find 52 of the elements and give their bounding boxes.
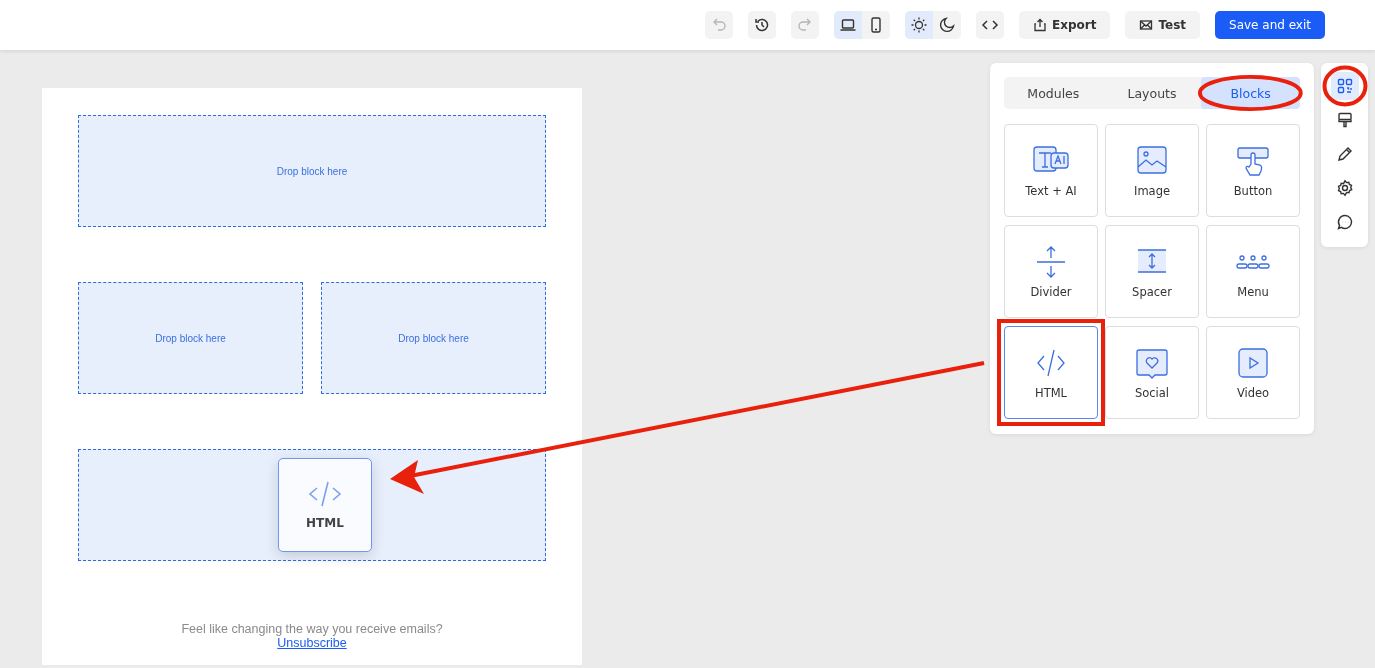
grid-icon [1335,77,1354,95]
block-tile[interactable]: Video [1206,326,1300,419]
panel-tab[interactable]: Modules [1004,77,1103,109]
block-tile[interactable]: Spacer [1105,225,1199,318]
block-tile[interactable]: Button [1206,124,1300,217]
drop-zone[interactable]: Drop block here [321,282,546,394]
block-label: HTML [306,516,344,530]
block-tile[interactable]: HTML [1004,326,1098,419]
envelope-icon [1139,18,1154,32]
block-label: Menu [1237,284,1269,299]
unsubscribe-link[interactable]: Unsubscribe [277,636,347,650]
history-icon [752,16,771,34]
dragged-block[interactable]: HTML [278,458,372,552]
moon-icon [937,16,956,34]
block-label: Image [1134,183,1170,198]
sun-icon [909,16,928,34]
code-icon [307,480,343,508]
sun-button[interactable] [904,11,933,39]
drop-hint: Drop block here [155,332,226,344]
upload-icon [1032,18,1047,32]
save-button[interactable]: Save and exit [1215,11,1325,39]
export-button[interactable]: Export [1018,11,1111,39]
block-tile[interactable]: Divider [1004,225,1098,318]
highlight-circle [1321,65,1368,107]
laptop-button[interactable] [833,11,862,39]
block-label: HTML [1035,385,1067,400]
block-label: Spacer [1132,284,1172,299]
rail-button[interactable] [1330,72,1359,100]
pencil-icon [1335,145,1354,163]
history-button[interactable] [747,11,776,39]
block-tile[interactable]: Menu [1206,225,1300,318]
drop-hint: Drop block here [398,332,469,344]
block-tile[interactable]: Text + AI [1004,124,1098,217]
block-label: Button [1233,183,1273,198]
block-tile[interactable]: Social [1105,326,1199,419]
block-label: Video [1236,385,1270,400]
drop-hint: Drop block here [276,165,348,177]
settings-icon [1335,179,1354,197]
paint-roller-icon [1335,111,1354,129]
block-label: Divider [1030,284,1072,299]
drop-zone[interactable]: Drop block here [78,282,303,394]
code-button[interactable] [975,11,1004,39]
drop-zone[interactable]: Drop block here [78,115,546,227]
block-tile[interactable]: Image [1105,124,1199,217]
block-label: Text + AI [1025,183,1077,198]
panel-tab[interactable]: Layouts [1102,77,1202,109]
test-button[interactable]: Test [1125,11,1200,39]
laptop-icon [838,16,857,34]
footer-text: Feel like changing the way you receive emails? [181,622,443,636]
block-label: Social [1134,385,1170,400]
chat-icon [1335,213,1354,231]
drop-zone[interactable]: HTML [78,449,546,561]
